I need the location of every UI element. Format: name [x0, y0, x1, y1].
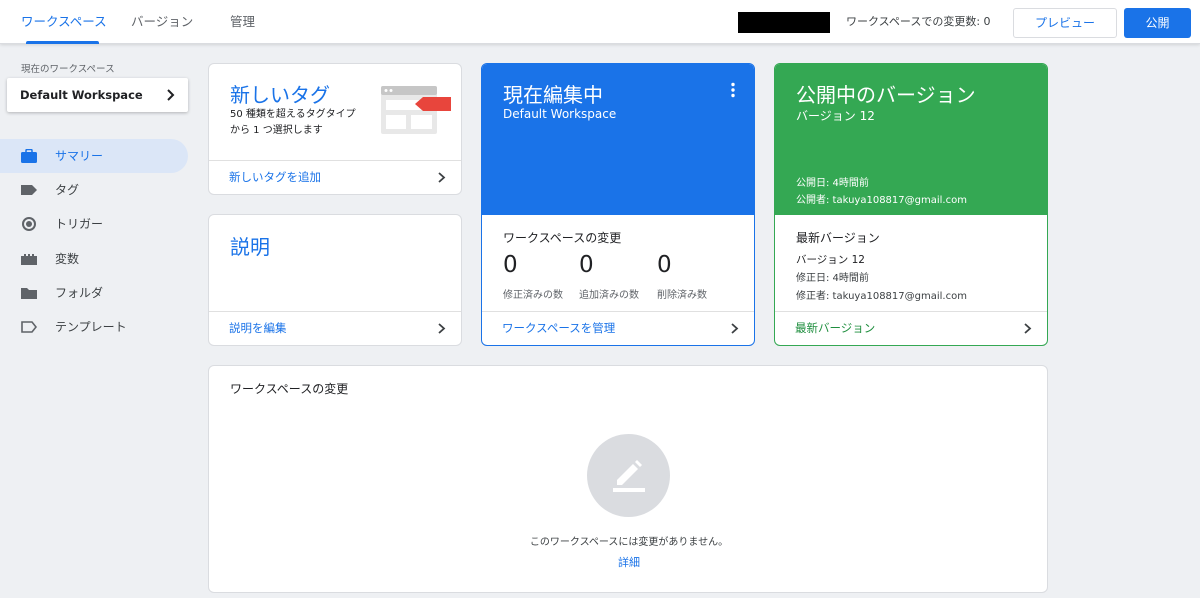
sidebar-item-triggers[interactable]: トリガー [0, 207, 188, 241]
published-title: 公開中のバージョン [796, 83, 976, 107]
new-tag-footer[interactable]: 新しいタグを追加 [209, 160, 461, 194]
sidebar-item-folders[interactable]: フォルダ [0, 276, 188, 310]
chevron-right-icon [167, 89, 175, 101]
modified-label: 修正済みの数 [503, 290, 563, 301]
workspace-caption: 現在のワークスペース [21, 64, 115, 75]
edit-pencil-icon [613, 460, 645, 492]
chevron-right-icon [1024, 323, 1032, 334]
variable-icon [21, 254, 37, 265]
description-title[interactable]: 説明 [230, 231, 270, 260]
published-date: 公開日: 4時間前 [796, 178, 869, 189]
workspace-changes-card: ワークスペースの変更 このワークスペースには変更がありません。 詳細 [208, 365, 1048, 593]
editing-header: 現在編集中 Default Workspace [482, 64, 754, 215]
modified-count: 0 [503, 252, 518, 278]
published-version-card: 公開中のバージョン バージョン 12 公開日: 4時間前 公開者: takuya… [774, 63, 1048, 346]
chevron-right-icon [731, 323, 739, 334]
published-header: 公開中のバージョン バージョン 12 公開日: 4時間前 公開者: takuya… [775, 64, 1047, 215]
description-footer[interactable]: 説明を編集 [209, 311, 461, 345]
active-tab-indicator [26, 41, 99, 44]
tag-icon [21, 185, 37, 195]
tab-admin[interactable]: 管理 [230, 0, 255, 44]
published-footer[interactable]: 最新バージョン [775, 311, 1047, 345]
new-tag-description: 50 種類を超えるタグタイプから 1 つ選択します [230, 109, 356, 136]
sidebar-item-label: フォルダ [55, 286, 104, 300]
empty-state-circle [587, 434, 670, 517]
template-icon [21, 321, 37, 333]
sidebar-item-label: タグ [55, 183, 80, 197]
chevron-right-icon [438, 323, 446, 334]
sidebar-item-tags[interactable]: タグ [0, 173, 188, 207]
details-link[interactable]: 詳細 [209, 554, 1047, 570]
deleted-count: 0 [657, 252, 672, 278]
workspace-changes-heading: ワークスペースの変更 [503, 231, 622, 245]
sidebar-item-label: 変数 [55, 252, 80, 266]
tab-workspace[interactable]: ワークスペース [21, 0, 107, 44]
description-card: 説明 説明を編集 [208, 214, 462, 346]
workspace-changes-title: ワークスペースの変更 [230, 382, 349, 396]
edit-description-link[interactable]: 説明を編集 [229, 312, 287, 345]
published-version-number: バージョン 12 [796, 109, 875, 123]
new-tag-title[interactable]: 新しいタグ [230, 79, 330, 108]
tag-illustration-icon [381, 86, 451, 134]
sidebar-item-label: テンプレート [55, 320, 127, 334]
latest-version-link[interactable]: 最新バージョン [795, 312, 875, 345]
editing-title: 現在編集中 [503, 83, 603, 107]
folder-icon [21, 288, 37, 299]
editing-workspace-name: Default Workspace [503, 107, 617, 121]
manage-workspaces-link[interactable]: ワークスペースを管理 [502, 312, 615, 345]
more-vert-icon[interactable] [730, 82, 736, 98]
workspace-selector[interactable]: Default Workspace [7, 78, 188, 112]
editing-footer[interactable]: ワークスペースを管理 [482, 311, 754, 345]
tab-versions[interactable]: バージョン [131, 0, 193, 44]
briefcase-icon [21, 149, 37, 163]
sidebar-item-label: トリガー [55, 217, 104, 231]
workspace-name: Default Workspace [20, 88, 143, 102]
modified-by: 修正者: takuya108817@gmail.com [796, 291, 967, 302]
added-label: 追加済みの数 [579, 290, 639, 301]
sidebar-item-variables[interactable]: 変数 [0, 242, 188, 276]
empty-state-message: このワークスペースには変更がありません。 [529, 537, 729, 548]
sidebar-item-label: サマリー [55, 149, 104, 163]
new-tag-card: 新しいタグ 50 種類を超えるタグタイプから 1 つ選択します 新しいタグを追加 [208, 63, 462, 195]
added-count: 0 [579, 252, 594, 278]
latest-version-heading: 最新バージョン [796, 231, 880, 245]
trigger-icon [22, 217, 36, 231]
add-new-tag-link[interactable]: 新しいタグを追加 [229, 161, 321, 194]
redacted-account [738, 12, 830, 33]
sidebar-item-templates[interactable]: テンプレート [0, 310, 188, 344]
deleted-label: 削除済み数 [657, 290, 707, 301]
publish-button[interactable]: 公開 [1124, 8, 1191, 38]
chevron-right-icon [438, 172, 446, 183]
sidebar-item-summary[interactable]: サマリー [0, 139, 188, 173]
top-bar: ワークスペース バージョン 管理 ワークスペースでの変更数: 0 プレビュー 公… [0, 0, 1200, 44]
workspace-change-count: ワークスペースでの変更数: 0 [846, 15, 991, 28]
published-by: 公開者: takuya108817@gmail.com [796, 195, 967, 206]
editing-card: 現在編集中 Default Workspace ワークスペースの変更 0 修正済… [481, 63, 755, 346]
modified-date: 修正日: 4時間前 [796, 273, 869, 284]
latest-version-number: バージョン 12 [796, 254, 865, 266]
preview-button[interactable]: プレビュー [1013, 8, 1117, 38]
